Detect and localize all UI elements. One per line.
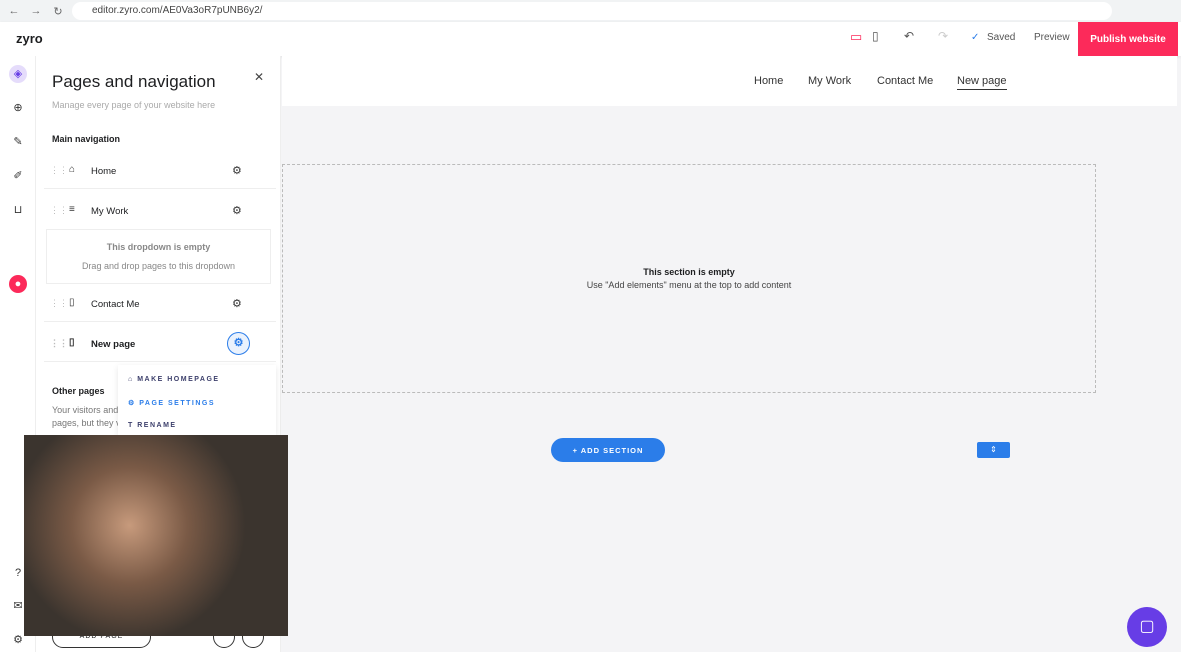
- page-label: Contact Me: [91, 299, 140, 310]
- other-pages-description: Your visitors and pages, but they v: [52, 404, 121, 430]
- editor-topbar: zyro ▭ ▯ ↶ ↷ ✓ Saved Preview Publish web…: [0, 22, 1181, 56]
- site-nav-my-work[interactable]: My Work: [808, 75, 851, 87]
- other-pages-heading: Other pages: [52, 386, 105, 396]
- page-row-my-work[interactable]: ⋮⋮ ≡ My Work ⚙: [44, 193, 276, 229]
- page-row-home[interactable]: ⋮⋮ ⌂ Home ⚙: [44, 153, 276, 189]
- undo-icon[interactable]: ↶: [904, 29, 914, 43]
- desc-line: Your visitors and: [52, 405, 119, 415]
- add-section-button[interactable]: + ADD SECTION: [551, 438, 665, 462]
- brush-icon[interactable]: ✎: [9, 133, 27, 151]
- section-empty-hint: Use "Add elements" menu at the top to ad…: [586, 280, 792, 290]
- saved-status: Saved: [987, 32, 1016, 43]
- preview-button[interactable]: Preview: [1034, 32, 1070, 43]
- page-icon: ▯: [69, 297, 75, 308]
- menu-label: RENAME: [137, 422, 177, 429]
- page-label: Home: [91, 166, 117, 177]
- menu-item-rename[interactable]: T RENAME: [128, 422, 177, 429]
- site-navigation: Home My Work Contact Me New page: [282, 56, 1177, 106]
- logo: zyro: [16, 31, 43, 46]
- webcam-overlay: [24, 435, 288, 636]
- page-row-contact-me[interactable]: ⋮⋮ ▯ Contact Me ⚙: [44, 286, 276, 322]
- back-icon[interactable]: ←: [6, 5, 22, 17]
- gear-icon[interactable]: ⚙: [232, 164, 242, 177]
- reorder-section-icon[interactable]: ⇕: [977, 442, 1010, 458]
- gear-icon[interactable]: ⚙: [232, 204, 242, 217]
- close-icon[interactable]: ✕: [254, 70, 264, 84]
- page-label: New page: [91, 339, 136, 350]
- drag-handle-icon[interactable]: ⋮⋮: [50, 165, 68, 176]
- cart-icon[interactable]: ⊔: [9, 201, 27, 219]
- saved-check-icon: ✓: [971, 32, 980, 43]
- reload-icon[interactable]: ↻: [50, 5, 66, 18]
- menu-label: PAGE SETTINGS: [139, 400, 216, 407]
- robot-icon[interactable]: ●: [9, 275, 27, 293]
- menu-label: MAKE HOMEPAGE: [137, 376, 220, 383]
- page-context-menu: ⌂ MAKE HOMEPAGE ⚙ PAGE SETTINGS T RENAME: [118, 365, 276, 435]
- main-navigation-heading: Main navigation: [52, 134, 121, 144]
- dropdown-empty-title: This dropdown is empty: [106, 242, 211, 252]
- desktop-icon[interactable]: ▭: [850, 29, 862, 45]
- gear-icon[interactable]: ⚙: [227, 332, 250, 355]
- browser-bar: ← → ↻ editor.zyro.com/AE0Va3oR7pUNB6y2/: [0, 0, 1181, 22]
- gear-icon: ⚙: [128, 400, 140, 407]
- panel-title: Pages and navigation: [52, 72, 216, 91]
- page-label: My Work: [91, 206, 129, 217]
- site-nav-contact-me[interactable]: Contact Me: [877, 75, 933, 87]
- gear-icon[interactable]: ⚙: [232, 297, 242, 310]
- redo-icon[interactable]: ↷: [938, 29, 948, 43]
- empty-dropdown: This dropdown is empty Drag and drop pag…: [46, 229, 271, 284]
- drag-handle-icon[interactable]: ⋮⋮: [50, 298, 68, 309]
- text-icon: T: [128, 422, 138, 429]
- url-bar[interactable]: editor.zyro.com/AE0Va3oR7pUNB6y2/: [72, 2, 1112, 20]
- drag-handle-icon[interactable]: ⋮⋮: [50, 338, 68, 349]
- add-element-icon[interactable]: ⊕: [9, 99, 27, 117]
- panel-subtitle: Manage every page of your website here: [52, 100, 216, 110]
- desc-line: pages, but they v: [52, 418, 121, 428]
- empty-section[interactable]: This section is empty Use "Add elements"…: [282, 164, 1096, 393]
- dropdown-empty-hint: Drag and drop pages to this dropdown: [81, 261, 236, 271]
- home-icon: ⌂: [69, 164, 76, 175]
- menu-item-page-settings[interactable]: ⚙ PAGE SETTINGS: [128, 399, 215, 407]
- home-icon: ⌂: [128, 376, 138, 383]
- menu-item-make-homepage[interactable]: ⌂ MAKE HOMEPAGE: [128, 376, 220, 383]
- dropdown-icon: ≡: [69, 204, 75, 215]
- chat-icon[interactable]: ▢: [1127, 607, 1167, 647]
- site-nav-home[interactable]: Home: [754, 75, 783, 87]
- edit-icon[interactable]: ✐: [9, 167, 27, 185]
- section-empty-title: This section is empty: [643, 267, 735, 277]
- mobile-icon[interactable]: ▯: [872, 29, 879, 43]
- drag-handle-icon[interactable]: ⋮⋮: [50, 205, 68, 216]
- page-row-new-page[interactable]: ⋮⋮ ▯ New page ⚙: [44, 326, 276, 362]
- site-nav-new-page[interactable]: New page: [957, 75, 1007, 90]
- page-icon: ▯: [69, 337, 75, 348]
- publish-button[interactable]: Publish website: [1078, 22, 1178, 56]
- layers-icon[interactable]: ◈: [9, 65, 27, 83]
- forward-icon[interactable]: →: [28, 5, 44, 17]
